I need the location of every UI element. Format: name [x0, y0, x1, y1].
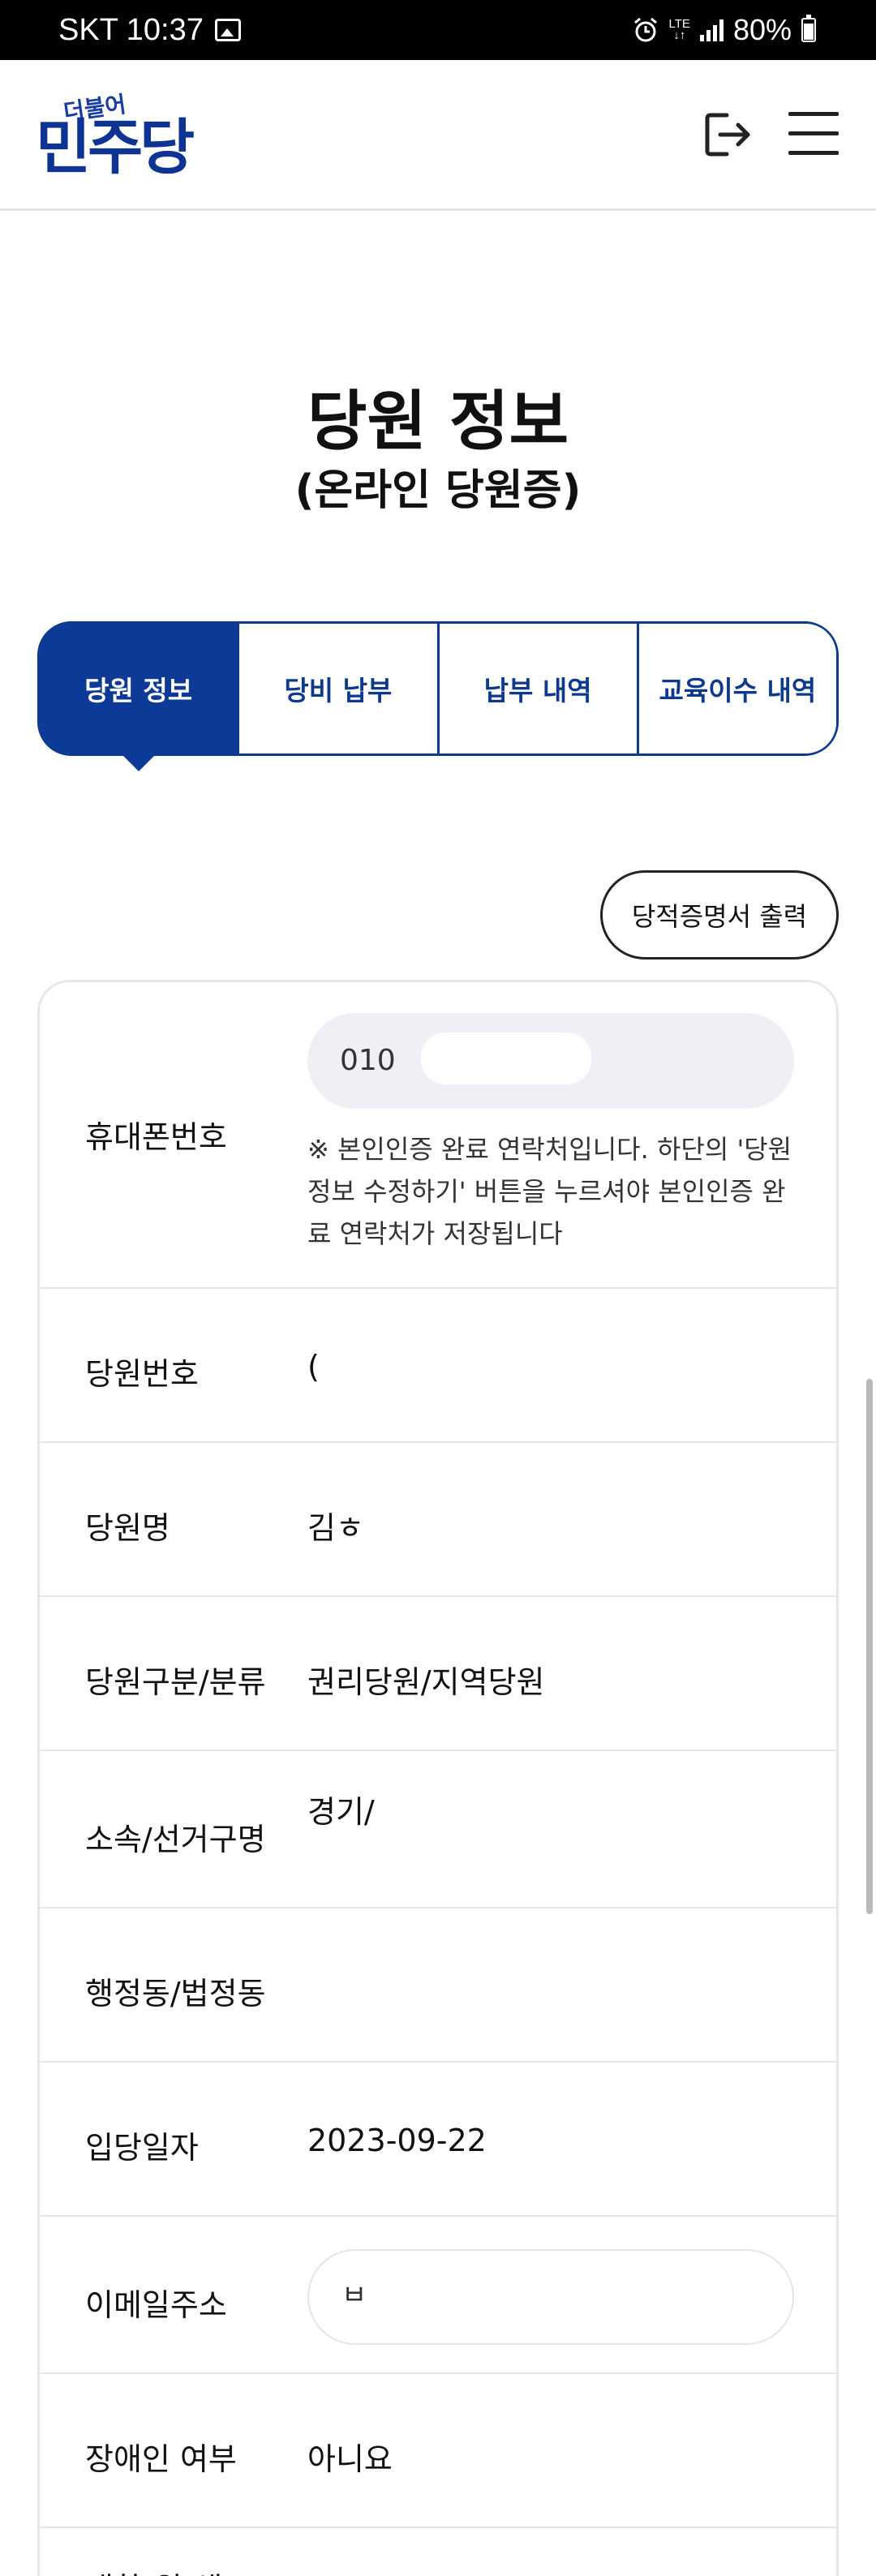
- member-number-value: (: [307, 1349, 320, 1385]
- row-disability: 장애인 여부 아니요: [40, 2374, 836, 2528]
- network-type: LTE ↓↑: [668, 17, 690, 42]
- status-right: LTE ↓↑ 80%: [632, 0, 816, 60]
- tab-member-info[interactable]: 당원 정보: [40, 624, 238, 771]
- row-email: 이메일주소 ㅂ: [40, 2217, 836, 2374]
- row-partial: 대학(원)생: [40, 2528, 836, 2576]
- page-subtitle: (온라인 당원증): [294, 466, 582, 515]
- status-bar: SKT 10:37 LTE ↓↑ 80%: [0, 0, 876, 60]
- redaction: [421, 1033, 591, 1084]
- tab-payment-history[interactable]: 납부 내역: [436, 624, 637, 753]
- tab-dues-payment[interactable]: 당비 납부: [237, 624, 437, 753]
- join-date-label: 입당일자: [85, 2130, 199, 2166]
- row-member-type: 당원구분/분류 권리당원/지역당원: [40, 1597, 836, 1751]
- battery-icon: [801, 15, 816, 42]
- page-title: 당원 정보: [307, 384, 569, 459]
- site-header: 더불어 민주당: [0, 60, 876, 211]
- disability-label: 장애인 여부: [85, 2441, 237, 2477]
- affiliation-label: 소속/선거구명: [85, 1822, 266, 1857]
- disability-value: 아니요: [307, 2441, 393, 2477]
- logo-main-text: 민주당: [36, 113, 195, 182]
- member-number-label: 당원번호: [85, 1356, 199, 1392]
- email-field[interactable]: ㅂ: [307, 2249, 794, 2345]
- affiliation-value: 경기/: [307, 1794, 375, 1830]
- member-name-value: 김ㅎ: [307, 1510, 364, 1546]
- join-date-value: 2023-09-22: [307, 2123, 487, 2158]
- party-logo[interactable]: 더불어 민주당: [36, 91, 222, 180]
- carrier-time: SKT 10:37: [58, 12, 204, 47]
- print-certificate-button[interactable]: 당적증명서 출력: [600, 870, 839, 960]
- phone-label: 휴대폰번호: [85, 1119, 227, 1155]
- row-member-name: 당원명 김ㅎ: [40, 1443, 836, 1597]
- member-type-value: 권리당원/지역당원: [307, 1664, 545, 1700]
- row-member-number: 당원번호 (: [40, 1289, 836, 1443]
- email-label: 이메일주소: [85, 2287, 227, 2323]
- status-left: SKT 10:37: [58, 0, 241, 60]
- logout-icon: [705, 113, 750, 157]
- scrollbar[interactable]: [866, 1379, 873, 1914]
- hamburger-menu-icon: [788, 112, 839, 116]
- tab-bar: 당원 정보 당비 납부 납부 내역 교육이수 내역: [37, 621, 839, 771]
- member-type-label: 당원구분/분류: [85, 1664, 266, 1700]
- row-join-date: 입당일자 2023-09-22: [40, 2063, 836, 2217]
- row-affiliation: 소속/선거구명 경기/: [40, 1751, 836, 1908]
- member-info-card: 휴대폰번호 010 ※ 본인인증 완료 연락처입니다. 하단의 '당원 정보 수…: [37, 980, 839, 2576]
- redaction: [382, 2256, 792, 2343]
- phone-note: ※ 본인인증 완료 연락처입니다. 하단의 '당원 정보 수정하기' 버튼을 누…: [307, 1134, 792, 1249]
- battery-percent: 80%: [732, 13, 792, 46]
- row-district: 행정동/법정동: [40, 1908, 836, 2063]
- phone-value: 010: [340, 1044, 396, 1077]
- email-value: ㅂ: [341, 2279, 367, 2312]
- phone-field[interactable]: 010: [307, 1013, 794, 1109]
- row-phone: 휴대폰번호 010 ※ 본인인증 완료 연락처입니다. 하단의 '당원 정보 수…: [40, 982, 836, 1289]
- member-name-label: 당원명: [85, 1510, 170, 1546]
- gallery-notification-icon: [214, 19, 241, 41]
- alarm-icon: [633, 17, 657, 42]
- menu-button[interactable]: [788, 110, 839, 157]
- tab-education-history[interactable]: 교육이수 내역: [636, 624, 836, 753]
- district-label: 행정동/법정동: [85, 1976, 266, 2011]
- signal-icon: [699, 19, 724, 41]
- partial-label: 대학(원)생: [85, 2564, 223, 2576]
- logout-button[interactable]: [702, 109, 754, 161]
